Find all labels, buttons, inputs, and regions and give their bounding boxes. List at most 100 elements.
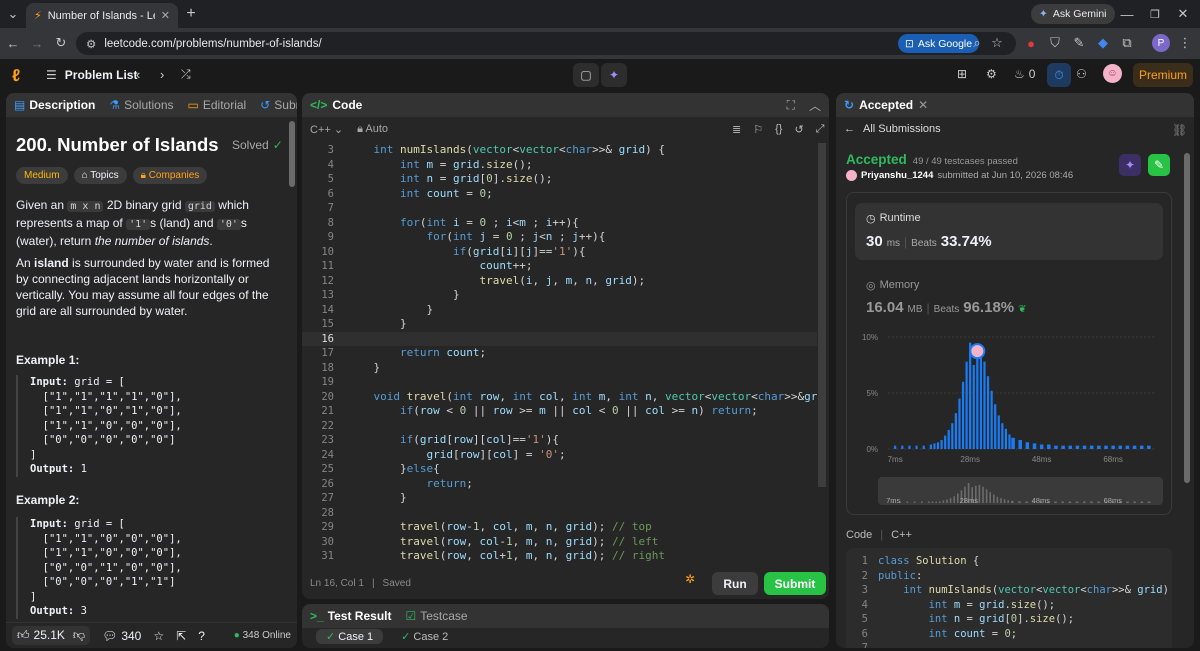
ask-google-button[interactable]: ⊡ Ask Google xyxy=(898,34,980,53)
run-button[interactable]: Run xyxy=(712,572,758,595)
ai-analyze-icon[interactable]: ✦ xyxy=(1119,154,1141,176)
language-select[interactable]: C++ ⌄ xyxy=(310,123,343,136)
fullscreen-icon[interactable]: ⤢ xyxy=(816,123,825,136)
code-line[interactable]: 27 } xyxy=(302,491,817,506)
tab-submissions[interactable]: ↺Submissio xyxy=(260,98,297,112)
code-line[interactable]: 20 void travel(int row, int col, int m, … xyxy=(302,390,817,405)
new-tab-icon[interactable]: + xyxy=(182,5,200,23)
chrome-menu-icon[interactable]: ⋮ xyxy=(1176,34,1194,52)
like-button[interactable]: 👍︎ 25.1K 👎︎ xyxy=(12,626,91,645)
bookmark-star-icon[interactable]: ☆ xyxy=(988,34,1006,52)
prev-problem-icon[interactable]: ‹ xyxy=(136,67,140,82)
extension-picker-icon[interactable]: ✎ xyxy=(1070,34,1088,52)
code-line[interactable]: 5 int n = grid[0].size(); xyxy=(302,172,817,187)
code-line[interactable]: 21 if(row < 0 || row >= m || col < 0 || … xyxy=(302,404,817,419)
code-line[interactable]: 28 xyxy=(302,506,817,521)
submitted-code-block[interactable]: 1 class Solution {2 public: 3 int numIsland… xyxy=(846,548,1172,648)
code-line[interactable]: 14 } xyxy=(302,303,817,318)
case-1-chip[interactable]: ✓ Case 1 xyxy=(316,629,384,644)
runtime-card[interactable]: ◷ Runtime 30 ms | Beats 33.74% xyxy=(855,203,1163,260)
collapse-icon[interactable]: ︿ xyxy=(809,97,821,114)
extensions-puzzle-icon[interactable]: ⧉ xyxy=(1118,34,1136,52)
code-scrollbar[interactable] xyxy=(818,143,826,487)
streak-counter[interactable]: ♨ 0 xyxy=(1014,67,1035,81)
code-line[interactable]: 25 }else{ xyxy=(302,462,817,477)
tab-test-result[interactable]: >_ Test Result xyxy=(310,609,391,623)
user-avatar[interactable]: ☺ xyxy=(1103,64,1122,83)
tab-testcase[interactable]: ☑ Testcase xyxy=(405,609,467,623)
minimize-icon[interactable]: — xyxy=(1118,5,1136,23)
extension-red-icon[interactable]: ● xyxy=(1022,34,1040,52)
code-line[interactable]: 4 int m = grid.size(); xyxy=(302,158,817,173)
code-line[interactable]: 7 xyxy=(302,201,817,216)
code-line[interactable]: 11 count++; xyxy=(302,259,817,274)
close-tab-icon[interactable]: ✕ xyxy=(161,9,170,22)
code-line[interactable]: 19 xyxy=(302,375,817,390)
code-line[interactable]: 13 } xyxy=(302,288,817,303)
all-submissions-link[interactable]: ← All Submissions xyxy=(844,123,941,135)
code-line[interactable]: 16 xyxy=(302,331,817,346)
browser-tab[interactable]: ⚡ Number of Islands - LeetCode ✕ xyxy=(26,3,178,28)
code-tab[interactable]: </> Code xyxy=(310,98,362,112)
code-line[interactable]: 17 return count; xyxy=(302,346,817,361)
next-problem-icon[interactable]: › xyxy=(160,67,164,82)
format-icon[interactable]: ≣ xyxy=(732,123,741,136)
notes-icon[interactable]: ▢ xyxy=(573,63,599,87)
maximize-icon[interactable]: ❐ xyxy=(1146,5,1164,23)
code-line[interactable]: 26 return; xyxy=(302,477,817,492)
tab-list-icon[interactable]: ⌄ xyxy=(4,5,22,23)
submission-scrollbar[interactable] xyxy=(1184,153,1190,483)
bookmark-icon[interactable]: ⚐ xyxy=(753,123,763,136)
code-line[interactable]: 10 if(grid[i][j]=='1'){ xyxy=(302,245,817,260)
share-icon[interactable]: ⇱ xyxy=(176,629,186,643)
write-solution-icon[interactable]: ✎ xyxy=(1148,154,1170,176)
companies-tag[interactable]: 🔒︎ Companies xyxy=(132,167,208,184)
code-line[interactable]: 3 int numIslands(vector<vector<char>>& g… xyxy=(302,143,817,158)
link-icon[interactable]: ⛓ xyxy=(1172,123,1187,137)
profile-avatar[interactable]: P xyxy=(1152,34,1170,52)
leetcode-logo-icon[interactable]: ℓ xyxy=(12,66,20,86)
zoom-icon[interactable]: ⌕ xyxy=(968,34,986,52)
reload-icon[interactable]: ↻ xyxy=(52,34,70,52)
tab-solutions[interactable]: ⚗ Solutions xyxy=(109,98,173,112)
tab-description[interactable]: ▤ Description xyxy=(14,98,95,112)
submit-button[interactable]: Submit xyxy=(764,572,826,595)
code-line[interactable]: 31 travel(row, col+1, m, n, grid); // ri… xyxy=(302,549,817,563)
settings-gear-icon[interactable]: ⚙ xyxy=(986,67,997,81)
code-line[interactable]: 22 xyxy=(302,419,817,434)
submitter-name[interactable]: Priyanshu_1244 xyxy=(861,170,933,181)
code-line[interactable]: 15 } xyxy=(302,317,817,332)
thumbs-down-icon[interactable]: 👎︎ xyxy=(73,628,85,643)
problem-list-button[interactable]: ☰ Problem List xyxy=(46,68,137,82)
case-2-chip[interactable]: ✓ Case 2 xyxy=(391,629,458,644)
expand-icon[interactable]: ⛶ xyxy=(787,98,795,113)
close-tab-icon[interactable]: ✕ xyxy=(918,98,928,112)
code-line[interactable]: 6 int count = 0; xyxy=(302,187,817,202)
comments-button[interactable]: 💬︎ 340 xyxy=(102,629,141,643)
ask-gemini-button[interactable]: ✦ Ask Gemini xyxy=(1031,4,1115,24)
code-area[interactable]: 3 int numIslands(vector<vector<char>>& g… xyxy=(302,143,817,563)
description-scrollbar[interactable] xyxy=(289,121,295,187)
extension-blue-icon[interactable]: ◆ xyxy=(1094,34,1112,52)
favorite-star-icon[interactable]: ☆ xyxy=(153,629,164,643)
add-friend-icon[interactable]: ⚇ xyxy=(1076,67,1087,81)
extension-shield-icon[interactable]: ⛉ xyxy=(1046,34,1064,52)
auto-mode-toggle[interactable]: 🔒︎ Auto xyxy=(357,123,388,136)
code-line[interactable]: 12 travel(i, j, m, n, grid); xyxy=(302,274,817,289)
code-line[interactable]: 23 if(grid[row][col]=='1'){ xyxy=(302,433,817,448)
site-info-icon[interactable]: ⚙ xyxy=(86,37,96,51)
code-line[interactable]: 8 for(int i = 0 ; i<m ; i++){ xyxy=(302,216,817,231)
tab-editorial[interactable]: ▭ Editorial xyxy=(188,98,247,112)
code-line[interactable]: 30 travel(row, col-1, m, n, grid); // le… xyxy=(302,535,817,550)
premium-button[interactable]: Premium xyxy=(1133,63,1193,87)
braces-icon[interactable]: {} xyxy=(775,123,782,136)
timer-icon[interactable]: ⏱ xyxy=(1047,63,1071,87)
forward-icon[interactable]: → xyxy=(28,34,46,52)
tab-accepted[interactable]: ↻ Accepted ✕ xyxy=(844,98,928,112)
code-line[interactable]: 9 for(int j = 0 ; j<n ; j++){ xyxy=(302,230,817,245)
code-line[interactable]: 18 } xyxy=(302,361,817,376)
close-window-icon[interactable]: ✕ xyxy=(1174,5,1192,23)
debug-icon[interactable]: ✲ xyxy=(685,572,695,586)
memory-heading[interactable]: ◎ Memory xyxy=(866,279,919,292)
topics-tag[interactable]: ⌂ Topics xyxy=(73,167,127,184)
